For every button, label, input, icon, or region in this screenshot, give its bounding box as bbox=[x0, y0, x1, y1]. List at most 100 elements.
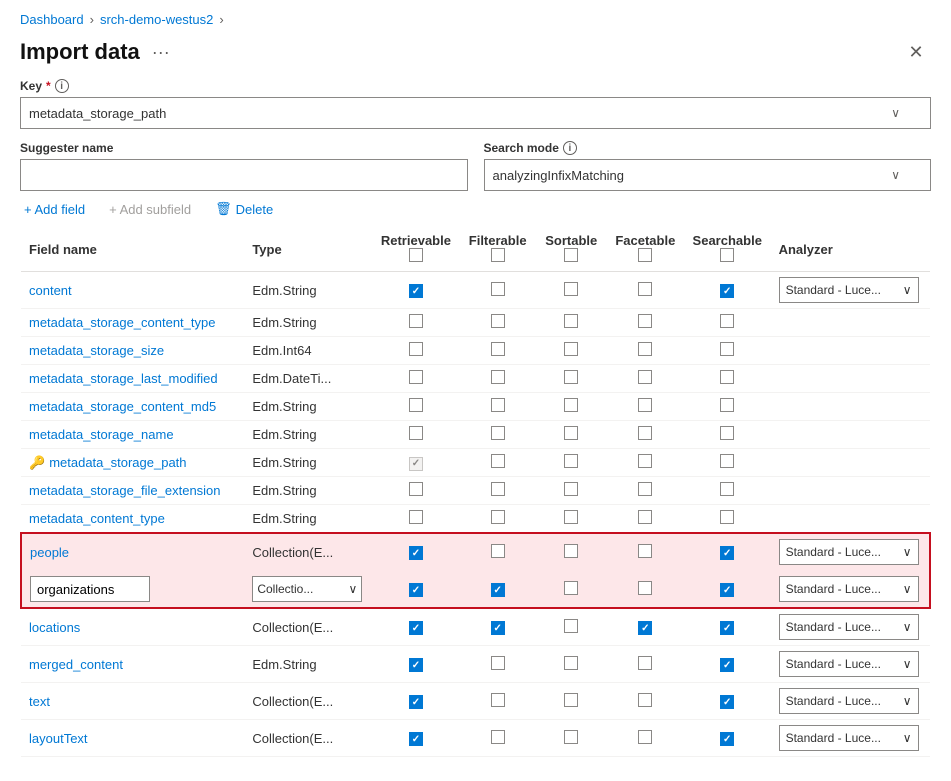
search-mode-info-icon[interactable]: i bbox=[563, 141, 577, 155]
field-name-link[interactable]: metadata_storage_size bbox=[29, 343, 164, 358]
retrievable-checkbox[interactable] bbox=[409, 621, 423, 635]
key-info-icon[interactable]: i bbox=[55, 79, 69, 93]
search-mode-dropdown[interactable]: analyzingInfixMatching ∨ bbox=[484, 159, 932, 191]
searchable-checkbox[interactable] bbox=[720, 510, 734, 524]
field-name-link[interactable]: people bbox=[30, 545, 69, 560]
field-name-link[interactable]: layoutText bbox=[29, 731, 88, 746]
facetable-checkbox[interactable] bbox=[638, 342, 652, 356]
retrievable-checkbox[interactable] bbox=[409, 583, 423, 597]
filterable-header-checkbox[interactable] bbox=[491, 248, 505, 262]
filterable-checkbox[interactable] bbox=[491, 583, 505, 597]
breadcrumb-service[interactable]: srch-demo-westus2 bbox=[100, 12, 213, 27]
sortable-checkbox[interactable] bbox=[564, 370, 578, 384]
searchable-checkbox[interactable] bbox=[720, 546, 734, 560]
facetable-checkbox[interactable] bbox=[638, 398, 652, 412]
more-options-button[interactable]: ··· bbox=[148, 40, 174, 65]
analyzer-dropdown[interactable]: Standard - Luce...∨ bbox=[779, 576, 919, 602]
retrievable-header-checkbox[interactable] bbox=[409, 248, 423, 262]
searchable-checkbox[interactable] bbox=[720, 621, 734, 635]
sortable-checkbox[interactable] bbox=[564, 656, 578, 670]
sortable-checkbox[interactable] bbox=[564, 426, 578, 440]
analyzer-dropdown[interactable]: Standard - Luce...∨ bbox=[779, 725, 919, 751]
retrievable-checkbox[interactable] bbox=[409, 314, 423, 328]
facetable-checkbox[interactable] bbox=[638, 510, 652, 524]
facetable-checkbox[interactable] bbox=[638, 581, 652, 595]
searchable-checkbox[interactable] bbox=[720, 454, 734, 468]
retrievable-checkbox[interactable] bbox=[409, 398, 423, 412]
filterable-checkbox[interactable] bbox=[491, 398, 505, 412]
field-name-link[interactable]: metadata_storage_name bbox=[29, 427, 174, 442]
filterable-checkbox[interactable] bbox=[491, 342, 505, 356]
field-name-link[interactable]: locations bbox=[29, 620, 80, 635]
retrievable-checkbox[interactable] bbox=[409, 658, 423, 672]
filterable-checkbox[interactable] bbox=[491, 426, 505, 440]
sortable-checkbox[interactable] bbox=[564, 482, 578, 496]
retrievable-checkbox[interactable] bbox=[409, 426, 423, 440]
field-name-link[interactable]: metadata_storage_last_modified bbox=[29, 371, 218, 386]
facetable-checkbox[interactable] bbox=[638, 482, 652, 496]
field-name-input[interactable] bbox=[30, 576, 150, 602]
facetable-checkbox[interactable] bbox=[638, 544, 652, 558]
field-name-link[interactable]: metadata_storage_content_type bbox=[29, 315, 215, 330]
retrievable-checkbox[interactable] bbox=[409, 342, 423, 356]
searchable-checkbox[interactable] bbox=[720, 314, 734, 328]
facetable-checkbox[interactable] bbox=[638, 370, 652, 384]
searchable-checkbox[interactable] bbox=[720, 695, 734, 709]
filterable-checkbox[interactable] bbox=[491, 510, 505, 524]
analyzer-dropdown[interactable]: Standard - Luce...∨ bbox=[779, 539, 919, 565]
facetable-checkbox[interactable] bbox=[638, 314, 652, 328]
type-dropdown[interactable]: Collectio...∨ bbox=[252, 576, 362, 602]
sortable-checkbox[interactable] bbox=[564, 314, 578, 328]
add-subfield-button[interactable]: + Add subfield bbox=[105, 200, 195, 219]
retrievable-checkbox[interactable] bbox=[409, 482, 423, 496]
retrievable-checkbox[interactable] bbox=[409, 284, 423, 298]
retrievable-checkbox[interactable] bbox=[409, 546, 423, 560]
retrievable-checkbox[interactable] bbox=[409, 732, 423, 746]
add-field-button[interactable]: + Add field bbox=[20, 200, 89, 219]
filterable-checkbox[interactable] bbox=[491, 656, 505, 670]
field-name-link[interactable]: metadata_storage_path bbox=[49, 455, 186, 470]
sortable-checkbox[interactable] bbox=[564, 544, 578, 558]
analyzer-dropdown[interactable]: Standard - Luce...∨ bbox=[779, 651, 919, 677]
facetable-checkbox[interactable] bbox=[638, 693, 652, 707]
sortable-checkbox[interactable] bbox=[564, 581, 578, 595]
key-dropdown[interactable]: metadata_storage_path ∨ bbox=[20, 97, 931, 129]
searchable-checkbox[interactable] bbox=[720, 658, 734, 672]
filterable-checkbox[interactable] bbox=[491, 693, 505, 707]
field-name-link[interactable]: metadata_content_type bbox=[29, 511, 165, 526]
searchable-header-checkbox[interactable] bbox=[720, 248, 734, 262]
facetable-checkbox[interactable] bbox=[638, 621, 652, 635]
filterable-checkbox[interactable] bbox=[491, 730, 505, 744]
field-name-link[interactable]: content bbox=[29, 283, 72, 298]
facetable-header-checkbox[interactable] bbox=[638, 248, 652, 262]
sortable-checkbox[interactable] bbox=[564, 454, 578, 468]
sortable-checkbox[interactable] bbox=[564, 693, 578, 707]
filterable-checkbox[interactable] bbox=[491, 370, 505, 384]
field-name-link[interactable]: merged_content bbox=[29, 657, 123, 672]
suggester-input[interactable] bbox=[20, 159, 468, 191]
sortable-checkbox[interactable] bbox=[564, 619, 578, 633]
filterable-checkbox[interactable] bbox=[491, 544, 505, 558]
sortable-checkbox[interactable] bbox=[564, 398, 578, 412]
sortable-checkbox[interactable] bbox=[564, 510, 578, 524]
retrievable-checkbox[interactable] bbox=[409, 510, 423, 524]
filterable-checkbox[interactable] bbox=[491, 621, 505, 635]
searchable-checkbox[interactable] bbox=[720, 398, 734, 412]
field-name-link[interactable]: text bbox=[29, 694, 50, 709]
breadcrumb-dashboard[interactable]: Dashboard bbox=[20, 12, 84, 27]
retrievable-checkbox[interactable] bbox=[409, 695, 423, 709]
field-name-link[interactable]: metadata_storage_content_md5 bbox=[29, 399, 216, 414]
analyzer-dropdown[interactable]: Standard - Luce...∨ bbox=[779, 614, 919, 640]
searchable-checkbox[interactable] bbox=[720, 732, 734, 746]
filterable-checkbox[interactable] bbox=[491, 282, 505, 296]
analyzer-dropdown[interactable]: Standard - Luce...∨ bbox=[779, 688, 919, 714]
searchable-checkbox[interactable] bbox=[720, 284, 734, 298]
facetable-checkbox[interactable] bbox=[638, 454, 652, 468]
delete-button[interactable]: 🗑 Delete bbox=[211, 199, 277, 219]
filterable-checkbox[interactable] bbox=[491, 314, 505, 328]
field-name-link[interactable]: metadata_storage_file_extension bbox=[29, 483, 221, 498]
facetable-checkbox[interactable] bbox=[638, 656, 652, 670]
filterable-checkbox[interactable] bbox=[491, 454, 505, 468]
filterable-checkbox[interactable] bbox=[491, 482, 505, 496]
analyzer-dropdown[interactable]: Standard - Luce...∨ bbox=[779, 277, 919, 303]
